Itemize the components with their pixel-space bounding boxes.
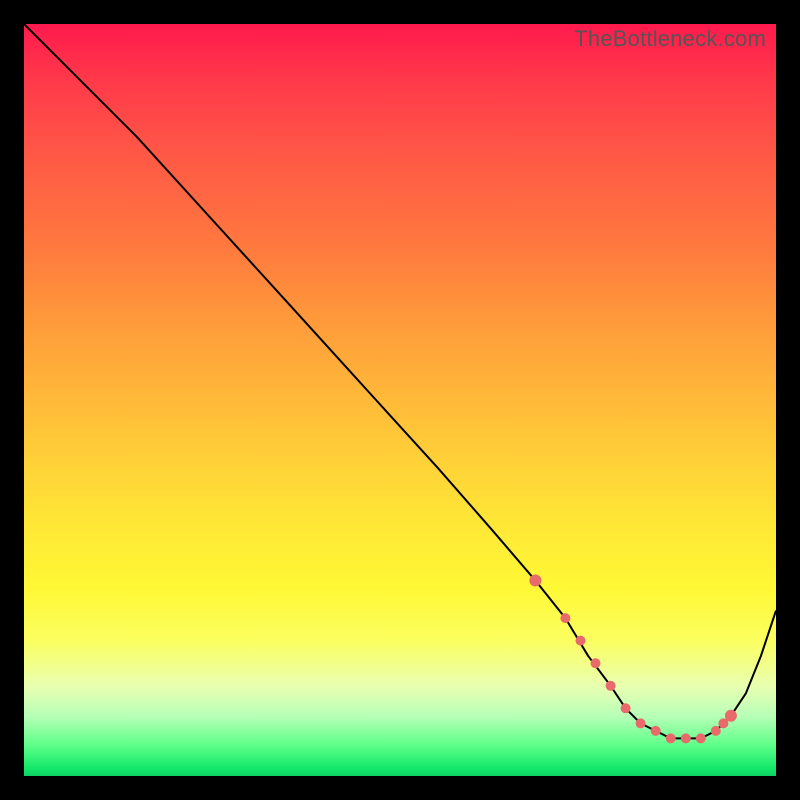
- marker-dot: [696, 733, 706, 743]
- marker-dot: [681, 733, 691, 743]
- marker-dot: [591, 658, 601, 668]
- chart-overlay: [24, 24, 776, 776]
- marker-dot: [576, 636, 586, 646]
- marker-dot: [560, 613, 570, 623]
- marker-dot: [529, 575, 541, 587]
- marker-dot: [725, 710, 737, 722]
- chart-stage: TheBottleneck.com: [0, 0, 800, 800]
- highlight-markers: [529, 575, 737, 744]
- marker-dot: [636, 718, 646, 728]
- marker-dot: [666, 733, 676, 743]
- bottleneck-curve: [24, 24, 776, 738]
- marker-dot: [606, 681, 616, 691]
- marker-dot: [651, 726, 661, 736]
- marker-dot: [711, 726, 721, 736]
- chart-plot-area: TheBottleneck.com: [24, 24, 776, 776]
- marker-dot: [621, 703, 631, 713]
